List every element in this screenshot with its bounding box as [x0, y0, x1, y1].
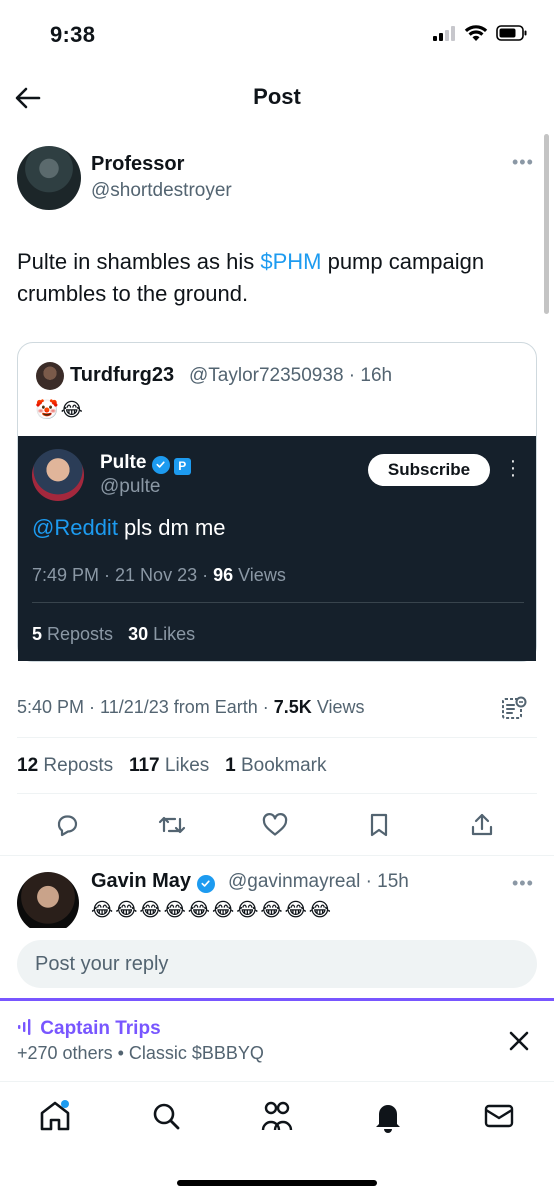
tab-home[interactable] — [37, 1098, 73, 1134]
embedded-reposts-label: Reposts — [42, 624, 114, 644]
status-time: 9:38 — [50, 22, 96, 47]
space-title[interactable]: Captain Trips — [17, 1018, 161, 1040]
embedded-views-label: Views — [233, 565, 286, 585]
reply-input[interactable]: Post your reply — [17, 940, 537, 988]
close-button[interactable] — [502, 1024, 536, 1058]
status-icons — [432, 24, 528, 42]
subscribe-button: Subscribe — [368, 454, 490, 486]
reply-button[interactable] — [50, 808, 84, 842]
views-count: 7.5K — [273, 697, 312, 717]
embedded-handle: @pulte — [100, 476, 161, 497]
analytics-icon[interactable] — [500, 694, 528, 722]
avatar[interactable] — [17, 146, 81, 210]
audio-bars-icon — [18, 1019, 31, 1035]
back-button[interactable] — [14, 84, 46, 112]
reply-avatar[interactable] — [17, 872, 79, 934]
embedded-reposts-count: 5 — [32, 624, 43, 644]
action-bar — [0, 808, 554, 842]
bell-icon — [376, 1105, 400, 1133]
embedded-likes-count: 30 — [128, 624, 149, 644]
home-indicator[interactable] — [177, 1180, 377, 1186]
quote-author-name[interactable]: Turdfurg23 — [70, 364, 174, 387]
bookmarks-count[interactable]: 1 — [225, 755, 236, 776]
tab-explore[interactable] — [148, 1098, 184, 1134]
engagement-stats: 12 Reposts 117 Likes 1 Bookmark — [17, 755, 327, 777]
author-name[interactable]: Professor — [91, 153, 184, 176]
embedded-divider — [32, 602, 524, 603]
tab-notifications[interactable] — [370, 1098, 406, 1134]
post-text-prefix: Pulte in shambles as his — [17, 249, 261, 274]
tab-messages[interactable] — [481, 1098, 517, 1134]
embedded-text: @Reddit pls dm me — [32, 515, 226, 541]
divider — [17, 793, 537, 794]
mail-icon — [484, 1104, 514, 1128]
reply-more-options-icon[interactable]: ••• — [512, 873, 534, 894]
verified-badge-icon — [151, 455, 170, 474]
post-timestamp[interactable]: 5:40 PM · 11/21/23 from Earth · — [17, 697, 274, 717]
embedded-views-count: 96 — [213, 565, 234, 585]
divider — [17, 737, 537, 738]
share-button[interactable] — [465, 808, 499, 842]
author-handle[interactable]: @shortdestroyer — [91, 180, 232, 202]
embedded-likes-label: Likes — [148, 624, 196, 644]
embedded-more-icon: · · · — [509, 450, 517, 486]
reposts-count[interactable]: 12 — [17, 755, 38, 776]
embedded-author: Pulte P — [100, 452, 191, 475]
bookmark-icon — [370, 813, 388, 837]
divider — [0, 855, 554, 856]
quote-author-handle[interactable]: @Taylor72350938 · 16h — [189, 365, 392, 387]
repost-button[interactable] — [155, 808, 189, 842]
reply-author-handle[interactable]: @gavinmayreal · 15h — [228, 871, 409, 893]
scrollbar[interactable] — [544, 134, 549, 314]
tab-communities[interactable] — [259, 1098, 295, 1134]
reposts-label[interactable]: Reposts — [38, 755, 113, 776]
likes-count[interactable]: 117 — [129, 755, 160, 776]
cashtag-link[interactable]: $PHM — [260, 249, 321, 274]
battery-icon — [496, 25, 527, 41]
more-options-icon[interactable]: ••• — [512, 152, 534, 173]
bookmark-button[interactable] — [362, 808, 396, 842]
space-subtitle: +270 others • Classic $BBBYQ — [17, 1043, 264, 1063]
bookmarks-label[interactable]: Bookmark — [236, 755, 327, 776]
repost-icon — [158, 816, 186, 834]
communities-icon — [261, 1101, 293, 1131]
embedded-avatar — [32, 449, 84, 501]
post-text: Pulte in shambles as his $PHM pump campa… — [17, 246, 537, 310]
space-dock[interactable] — [0, 1001, 554, 1081]
reply-author-name[interactable]: Gavin May — [91, 870, 191, 892]
reply-author[interactable]: Gavin May — [91, 870, 215, 893]
embedded-stats: 5 Reposts 30 Likes — [32, 624, 195, 645]
like-button[interactable] — [258, 808, 292, 842]
search-icon — [153, 1103, 180, 1130]
post-meta: 5:40 PM · 11/21/23 from Earth · 7.5K Vie… — [17, 697, 365, 718]
space-title-text[interactable]: Captain Trips — [40, 1018, 160, 1039]
embedded-author-name: Pulte — [100, 452, 147, 473]
embedded-meta: 7:49 PM · 21 Nov 23 · 96 Views — [32, 565, 286, 586]
reply-icon — [57, 815, 78, 837]
share-icon — [471, 813, 493, 836]
close-icon — [509, 1031, 529, 1051]
embedded-text-body: pls dm me — [117, 515, 226, 540]
likes-label[interactable]: Likes — [160, 755, 209, 776]
affiliate-badge: P — [173, 457, 191, 475]
cellular-signal-icon — [433, 26, 455, 41]
wifi-icon — [464, 25, 488, 41]
home-icon — [40, 1100, 70, 1131]
quote-avatar[interactable] — [36, 362, 64, 390]
heart-icon — [262, 813, 288, 836]
reply-text: 😂😂😂😂😂😂😂😂😂😂 — [91, 900, 334, 921]
embedded-timestamp: 7:49 PM · 21 Nov 23 · — [32, 565, 214, 585]
verified-badge-icon — [196, 874, 215, 893]
page-title: Post — [253, 84, 301, 109]
quote-text: 🤡😂 — [35, 400, 85, 421]
views-label: Views — [311, 697, 365, 717]
mention-link: @Reddit — [32, 515, 118, 540]
back-arrow-icon — [15, 87, 41, 109]
